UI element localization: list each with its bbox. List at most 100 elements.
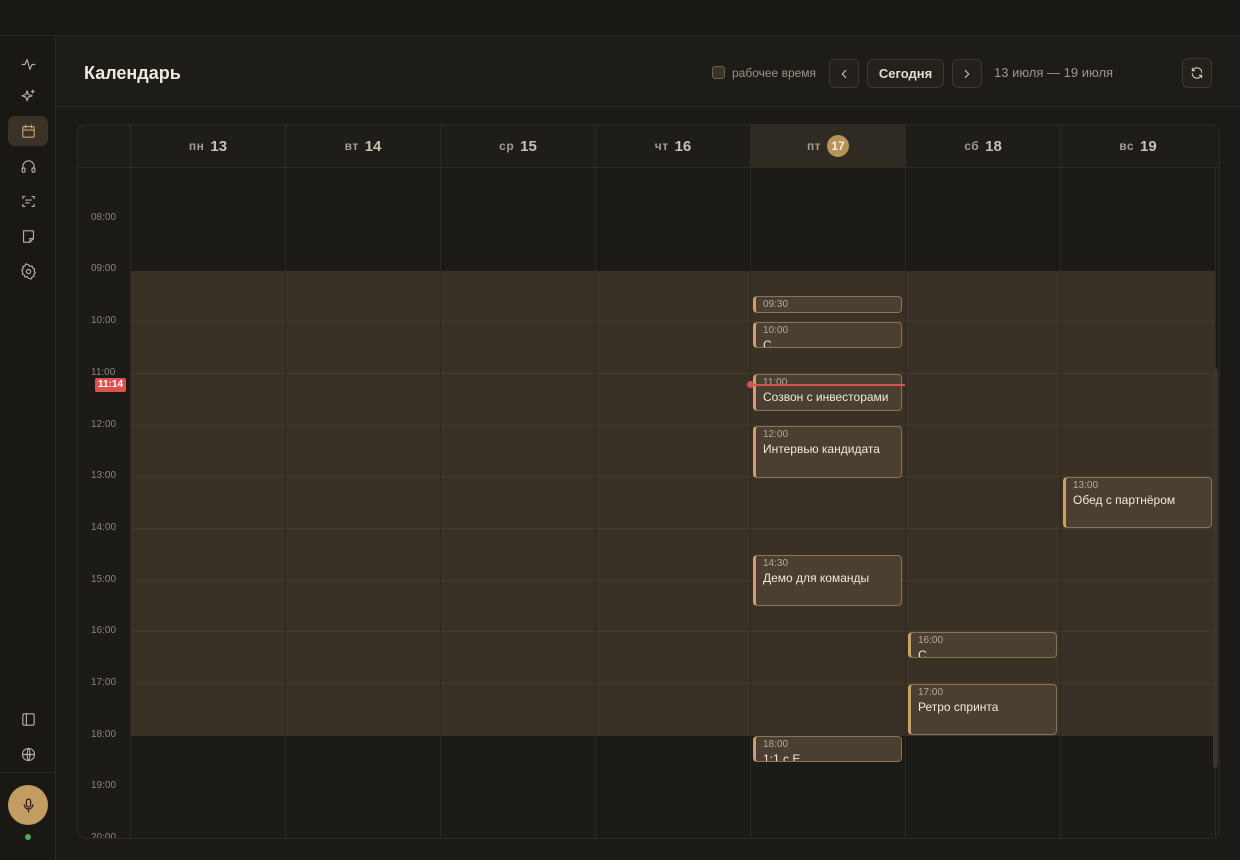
day-of-week: сб — [964, 139, 980, 153]
sidebar-item-scan[interactable] — [8, 186, 48, 216]
hour-label: 16:00 — [91, 625, 117, 637]
hour-label: 12:00 — [91, 418, 117, 430]
scan-text-icon — [21, 195, 35, 207]
calendar-event[interactable]: 13:00 Обед с партнёром — [1063, 477, 1212, 529]
panel-icon — [21, 712, 35, 726]
sidebar — [0, 36, 56, 860]
hour-line — [130, 424, 1215, 426]
event-time: 16:00 — [918, 635, 944, 647]
day-header-чт[interactable]: чт 16 — [595, 125, 750, 167]
sidebar-item-activity[interactable] — [8, 49, 48, 79]
hour-line — [130, 579, 1215, 581]
globe-icon — [21, 747, 35, 761]
day-number: 19 — [1140, 137, 1157, 155]
day-header-пн[interactable]: пн 13 — [130, 125, 285, 167]
hour-label: 13:00 — [91, 470, 117, 482]
next-week-button[interactable] — [952, 59, 982, 88]
sidebar-divider — [0, 772, 55, 773]
calendar-event[interactable]: 16:00 С — [908, 632, 1057, 659]
event-title: Интервью кандидата — [763, 441, 880, 456]
day-of-week: пт — [806, 139, 822, 153]
day-header-вс[interactable]: вс 19 — [1060, 125, 1215, 167]
working-hours-checkbox[interactable] — [712, 66, 725, 79]
calendar-event[interactable]: 17:00 Ретро спринта — [908, 684, 1057, 735]
day-column-divider — [285, 168, 286, 838]
event-title: 1:1 с Е — [763, 751, 801, 762]
hour-label: 15:00 — [91, 573, 117, 585]
day-column-divider — [130, 168, 131, 838]
window-top-bar — [0, 0, 1240, 36]
hour-line — [130, 786, 1215, 787]
day-number: 13 — [210, 137, 228, 155]
sidebar-item-ai[interactable] — [8, 81, 48, 111]
calendar-event[interactable]: 18:00 1:1 с Е — [753, 735, 902, 762]
event-title: Обед с партнёром — [1073, 493, 1176, 508]
event-title: Ретро спринта — [918, 700, 999, 714]
day-of-week: ср — [499, 139, 515, 153]
note-icon — [22, 229, 34, 243]
day-header-row: пн 13 вт 14 ср 15 чт 16 пт 17 сб 18 вс 19 — [78, 125, 1219, 168]
hour-line — [130, 218, 1215, 219]
sparkles-icon — [21, 89, 35, 101]
day-header-сб[interactable]: сб 18 — [905, 125, 1060, 167]
day-header-пт[interactable]: пт 17 — [750, 125, 905, 167]
day-header-вт[interactable]: вт 14 — [285, 125, 440, 167]
hour-line — [130, 321, 1215, 323]
gear-icon — [20, 262, 36, 280]
sidebar-item-notes[interactable] — [8, 221, 48, 251]
event-time: 14:30 — [763, 557, 789, 569]
event-title: Созвон с инвесторами — [763, 389, 889, 404]
day-header-ср[interactable]: ср 15 — [440, 125, 595, 167]
microphone-button[interactable] — [8, 785, 48, 825]
hour-line — [130, 476, 1215, 478]
hour-line — [130, 838, 1215, 839]
today-button[interactable]: Сегодня — [867, 59, 944, 88]
hour-label: 17:00 — [91, 677, 117, 688]
activity-icon — [21, 58, 35, 70]
chevron-right-icon — [964, 69, 970, 78]
calendar-event[interactable]: 10:00 С — [753, 322, 902, 349]
calendar-event[interactable]: 09:30 — [753, 296, 902, 314]
today-date-badge: 17 — [827, 135, 850, 157]
headphones-icon — [21, 159, 35, 173]
page-title: Календарь — [84, 63, 181, 83]
day-column-divider — [595, 168, 596, 838]
event-time: 13:00 — [1073, 480, 1099, 492]
event-title: Демо для команды — [763, 570, 870, 585]
chevron-left-icon — [841, 69, 847, 78]
hour-label: 10:00 — [91, 315, 117, 327]
calendar-event[interactable]: 12:00 Интервью кандидата — [753, 425, 902, 478]
date-range: 13 июля — 19 июля — [994, 65, 1114, 80]
day-of-week: пн — [188, 139, 205, 153]
scrollbar[interactable] — [1213, 368, 1218, 768]
day-of-week: вт — [344, 139, 359, 153]
day-number: 14 — [364, 137, 382, 155]
current-time-badge: 11:14 — [95, 377, 127, 392]
online-status-dot — [25, 834, 31, 840]
hour-label: 20:00 — [91, 832, 117, 839]
sidebar-item-calendar[interactable] — [8, 116, 48, 146]
hour-label: 11:00 — [91, 366, 116, 378]
hour-label: 19:00 — [91, 780, 117, 792]
refresh-button[interactable] — [1182, 58, 1212, 88]
sidebar-item-settings[interactable] — [8, 256, 48, 286]
toggle-panel-button[interactable] — [8, 704, 48, 734]
working-hours-label[interactable]: рабочее время — [732, 66, 816, 80]
event-title: С — [918, 648, 927, 659]
calendar-event[interactable]: 11:00 Созвон с инвесторами — [753, 373, 902, 411]
current-time-line — [750, 383, 905, 386]
day-of-week: чт — [654, 139, 669, 153]
refresh-icon — [1191, 67, 1203, 79]
prev-week-button[interactable] — [829, 59, 859, 88]
day-number: 15 — [520, 137, 537, 155]
day-column-divider — [1060, 168, 1061, 838]
week-calendar: пн13вт14ср15чт16пт17сб18вс19 07:0008:000… — [77, 124, 1220, 839]
day-column-divider — [905, 168, 906, 838]
calendar-event[interactable]: 14:30 Демо для команды — [753, 554, 902, 606]
hour-line — [130, 269, 1215, 270]
calendar-icon — [21, 124, 35, 138]
language-button[interactable] — [8, 739, 48, 769]
time-grid[interactable]: 07:00 08:00 09:00 10:00 11:00 12:00 13:00 14:00… — [78, 168, 1219, 839]
sidebar-item-audio[interactable] — [8, 151, 48, 181]
event-time: 12:00 — [763, 428, 789, 440]
